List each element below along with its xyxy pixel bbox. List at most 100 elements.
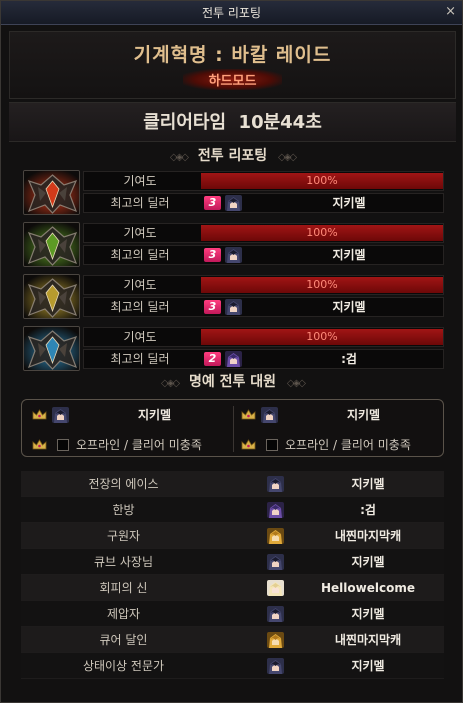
contribution-row: 기여도 100% bbox=[83, 275, 444, 295]
best-dealer-name: 지키멜 bbox=[332, 248, 366, 262]
ornament-right-icon: ◇◈◇ bbox=[286, 378, 306, 389]
party-row-1: 기여도 100% 최고의 딜러 3 지키멜 bbox=[23, 170, 444, 215]
award-title: 제압자 bbox=[106, 607, 141, 621]
award-row[interactable]: 상태이상 전문가 지키멜 bbox=[21, 653, 444, 679]
award-winner: :검 bbox=[360, 503, 376, 517]
best-dealer-row[interactable]: 최고의 딜러 2 :검 bbox=[83, 349, 444, 369]
award-row[interactable]: 큐어 달인 내찐마지막캐 bbox=[21, 627, 444, 653]
contribution-label: 기여도 bbox=[123, 278, 157, 292]
offline-slot-2: 오프라인 / 클리어 미충족 bbox=[241, 436, 446, 456]
best-dealer-name: 지키멜 bbox=[332, 300, 366, 314]
raid-banner: 기계혁명 : 바칼 레이드 하드모드 bbox=[9, 31, 456, 99]
close-icon[interactable]: × bbox=[445, 4, 456, 19]
honor-member-1[interactable]: 지키멜 bbox=[32, 406, 237, 426]
best-dealer-row[interactable]: 최고의 딜러 3 지키멜 bbox=[83, 245, 444, 265]
best-dealer-row[interactable]: 최고의 딜러 3 지키멜 bbox=[83, 297, 444, 317]
reporting-heading: ◇◈◇ 전투 리포팅 ◇◈◇ bbox=[9, 145, 456, 167]
difficulty-badge: 하드모드 bbox=[182, 69, 283, 90]
avatar bbox=[261, 407, 278, 423]
avatar bbox=[225, 351, 242, 367]
award-title: 큐브 사장님 bbox=[93, 555, 153, 569]
party-emblem-icon bbox=[23, 222, 80, 267]
award-list: 전장의 에이스 지키멜 한방:검 구원자 내찐마지막캐 큐브 사장님 지키멜 회피의 신 Hel… bbox=[21, 471, 444, 679]
contribution-label: 기여도 bbox=[123, 174, 157, 188]
award-winner: 지키멜 bbox=[351, 477, 385, 491]
offline-label: 오프라인 / 클리어 미충족 bbox=[285, 438, 411, 452]
avatar bbox=[267, 632, 284, 648]
title-bar[interactable]: 전투 리포팅 × bbox=[1, 1, 462, 25]
award-row[interactable]: 제압자 지키멜 bbox=[21, 601, 444, 627]
contribution-label: 기여도 bbox=[123, 226, 157, 240]
best-dealer-name: 지키멜 bbox=[332, 196, 366, 210]
rank-badge: 3 bbox=[204, 196, 221, 210]
clear-time-panel: 클리어타임 10분44초 bbox=[9, 102, 456, 142]
best-dealer-label: 최고의 딜러 bbox=[110, 196, 170, 210]
avatar bbox=[267, 528, 284, 544]
award-winner: 내찐마지막캐 bbox=[334, 529, 402, 543]
ornament-left-icon: ◇◈◇ bbox=[161, 378, 180, 389]
contribution-row: 기여도 100% bbox=[83, 223, 444, 243]
party-emblem-icon bbox=[23, 326, 80, 371]
contribution-label: 기여도 bbox=[123, 330, 157, 344]
crown-icon bbox=[32, 409, 47, 420]
award-winner: 지키멜 bbox=[351, 607, 385, 621]
party-row-3: 기여도 100% 최고의 딜러 3 지키멜 bbox=[23, 274, 444, 319]
best-dealer-label: 최고의 딜러 bbox=[110, 352, 170, 366]
award-title: 구원자 bbox=[106, 529, 141, 543]
offline-slot-1: 오프라인 / 클리어 미충족 bbox=[32, 436, 237, 456]
award-title: 한방 bbox=[112, 503, 135, 517]
window-title: 전투 리포팅 bbox=[201, 6, 261, 20]
honor-member-name: 지키멜 bbox=[137, 408, 172, 422]
avatar bbox=[267, 502, 284, 518]
party-emblem-icon bbox=[23, 274, 80, 319]
avatar bbox=[267, 476, 284, 492]
honor-members-box: 지키멜 지키멜 오프라인 / 클리어 미충족 오프라인 / 클리어 미충족 bbox=[21, 399, 444, 457]
avatar bbox=[267, 606, 284, 622]
honor-member-name: 지키멜 bbox=[346, 408, 381, 422]
contribution-bar: 100% bbox=[201, 173, 443, 189]
crown-icon bbox=[32, 439, 47, 450]
award-row[interactable]: 큐브 사장님 지키멜 bbox=[21, 549, 444, 575]
best-dealer-name: :검 bbox=[341, 352, 357, 366]
contribution-percent: 100% bbox=[306, 278, 338, 291]
battle-report-window: 전투 리포팅 × 기계혁명 : 바칼 레이드 하드모드 클리어타임 10분44초… bbox=[0, 0, 463, 703]
best-dealer-row[interactable]: 최고의 딜러 3 지키멜 bbox=[83, 193, 444, 213]
avatar bbox=[225, 247, 242, 263]
award-title: 큐어 달인 bbox=[99, 633, 148, 647]
ornament-right-icon: ◇◈◇ bbox=[278, 152, 297, 163]
contribution-bar: 100% bbox=[201, 225, 443, 241]
contribution-percent: 100% bbox=[306, 226, 338, 239]
avatar bbox=[52, 407, 69, 423]
award-row[interactable]: 전장의 에이스 지키멜 bbox=[21, 471, 444, 497]
award-title: 회피의 신 bbox=[99, 581, 148, 595]
avatar bbox=[267, 580, 284, 596]
raid-name: 기계혁명 : 바칼 레이드 bbox=[133, 44, 332, 66]
contribution-percent: 100% bbox=[306, 330, 338, 343]
honor-member-2[interactable]: 지키멜 bbox=[241, 406, 446, 426]
award-row[interactable]: 회피의 신 Hellowelcome bbox=[21, 575, 444, 601]
rank-badge: 3 bbox=[204, 300, 221, 314]
party-emblem-icon bbox=[23, 170, 80, 215]
rank-badge: 2 bbox=[204, 352, 221, 366]
award-winner: Hellowelcome bbox=[321, 581, 415, 595]
ornament-left-icon: ◇◈◇ bbox=[169, 152, 189, 163]
award-title: 상태이상 전문가 bbox=[82, 659, 165, 673]
offline-checkbox bbox=[266, 439, 278, 451]
contribution-row: 기여도 100% bbox=[83, 327, 444, 347]
contribution-bar: 100% bbox=[201, 329, 443, 345]
crown-icon bbox=[241, 409, 256, 420]
contribution-row: 기여도 100% bbox=[83, 171, 444, 191]
avatar bbox=[267, 554, 284, 570]
best-dealer-label: 최고의 딜러 bbox=[110, 248, 170, 262]
offline-label: 오프라인 / 클리어 미충족 bbox=[76, 438, 202, 452]
award-winner: 지키멜 bbox=[351, 555, 385, 569]
rank-badge: 3 bbox=[204, 248, 221, 262]
clear-time: 클리어타임 10분44초 bbox=[143, 112, 322, 133]
party-row-2: 기여도 100% 최고의 딜러 3 지키멜 bbox=[23, 222, 444, 267]
best-dealer-label: 최고의 딜러 bbox=[110, 300, 170, 314]
award-row[interactable]: 구원자 내찐마지막캐 bbox=[21, 523, 444, 549]
crown-icon bbox=[241, 439, 256, 450]
award-row[interactable]: 한방 :검 bbox=[21, 497, 444, 523]
award-winner: 내찐마지막캐 bbox=[334, 633, 402, 647]
contribution-bar: 100% bbox=[201, 277, 443, 293]
